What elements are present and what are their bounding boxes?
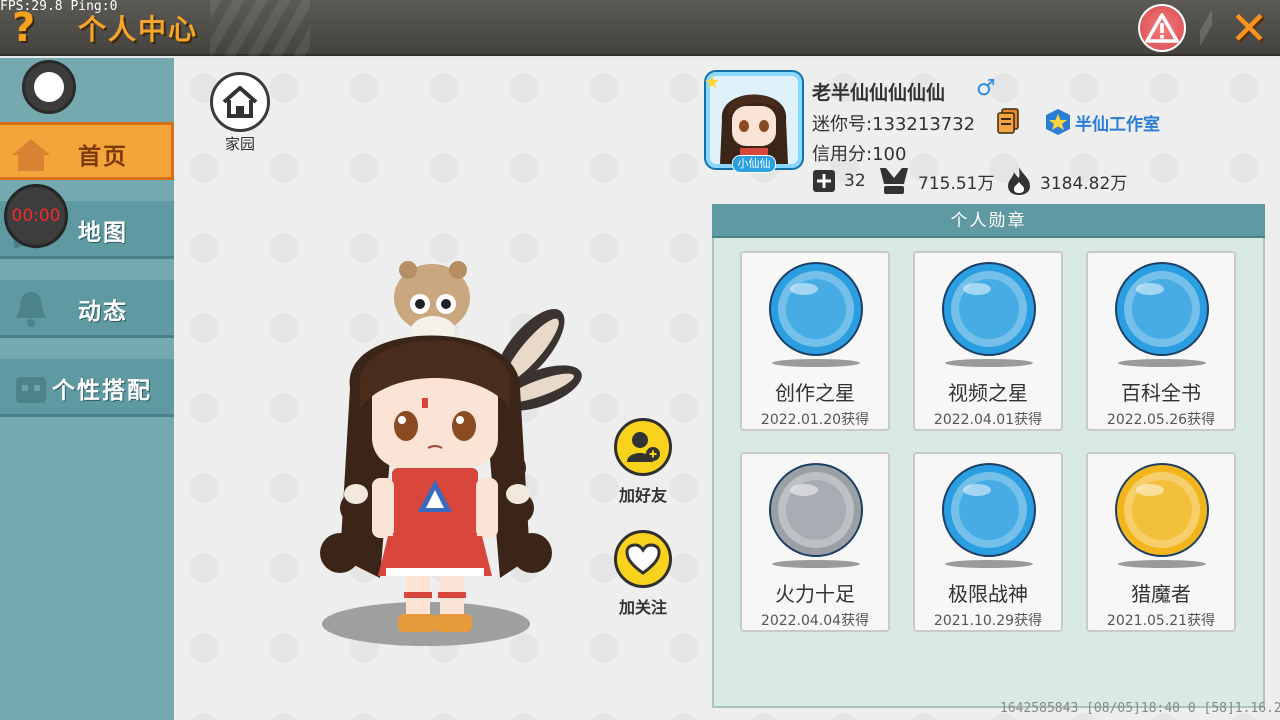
creator-star-medal-icon bbox=[769, 262, 863, 356]
stat-popularity: 3184.82万 bbox=[1006, 166, 1127, 196]
medal-date: 2021.10.29获得 bbox=[933, 613, 1043, 629]
firepower-medal-icon bbox=[769, 463, 863, 557]
medal-name: 火力十足 bbox=[775, 582, 855, 606]
medal-pedestal bbox=[772, 359, 860, 367]
record-button[interactable] bbox=[22, 60, 76, 114]
close-icon: ✕ bbox=[1229, 1, 1269, 55]
credit-score: 信用分:100 bbox=[812, 144, 907, 165]
medal-name: 猎魔者 bbox=[1131, 582, 1191, 606]
star-icon: ★ bbox=[704, 72, 721, 93]
bell-icon bbox=[16, 292, 46, 327]
player-character[interactable] bbox=[300, 258, 590, 648]
follow-button[interactable] bbox=[614, 530, 672, 588]
medal-date: 2022.01.20获得 bbox=[760, 412, 870, 428]
trophy-icon bbox=[880, 168, 908, 194]
medal-card[interactable]: 猎魔者 2021.05.21获得 bbox=[1086, 452, 1236, 632]
battle-god-medal-icon bbox=[942, 463, 1036, 557]
plus-square-icon bbox=[813, 170, 835, 192]
studio-badge-icon bbox=[1046, 109, 1070, 135]
medal-card[interactable]: 创作之星 2022.01.20获得 bbox=[740, 251, 890, 431]
gender-male-icon: ♂ bbox=[976, 76, 996, 101]
home-button[interactable] bbox=[210, 72, 270, 132]
house-icon bbox=[222, 86, 258, 118]
medal-pedestal bbox=[945, 560, 1033, 568]
avatar[interactable] bbox=[706, 72, 802, 168]
medal-name: 百科全书 bbox=[1121, 381, 1201, 405]
medal-pedestal bbox=[945, 359, 1033, 367]
avatar-portrait bbox=[710, 76, 798, 164]
outfit-icon bbox=[16, 377, 46, 403]
stat-works: 32 bbox=[812, 166, 866, 196]
medal-card[interactable]: 视频之星 2022.04.01获得 bbox=[913, 251, 1063, 431]
medal-card[interactable]: 百科全书 2022.05.26获得 bbox=[1086, 251, 1236, 431]
medal-date: 2022.04.04获得 bbox=[760, 613, 870, 629]
sidebar-item-label: 地图 bbox=[78, 220, 128, 246]
medal-date: 2022.05.26获得 bbox=[1106, 412, 1216, 428]
medal-card[interactable]: 极限战神 2021.10.29获得 bbox=[913, 452, 1063, 632]
medal-name: 视频之星 bbox=[948, 381, 1028, 405]
decor-stripes bbox=[210, 0, 310, 56]
add-user-icon bbox=[627, 432, 660, 462]
stat-value: 3184.82万 bbox=[1040, 173, 1128, 194]
medal-date: 2022.04.01获得 bbox=[933, 412, 1043, 428]
house-icon bbox=[12, 139, 50, 171]
add-friend-button[interactable] bbox=[614, 418, 672, 476]
medal-name: 极限战神 bbox=[948, 582, 1028, 606]
sidebar-item-feed[interactable]: 动态 bbox=[0, 280, 174, 338]
sidebar-item-label: 动态 bbox=[78, 299, 128, 325]
report-button[interactable] bbox=[1138, 4, 1186, 52]
divider bbox=[1200, 0, 1212, 56]
close-button[interactable]: ✕ bbox=[1222, 2, 1276, 54]
studio-link[interactable]: 半仙工作室 bbox=[1075, 110, 1160, 135]
medal-pedestal bbox=[1118, 560, 1206, 568]
top-bar: ? 个人中心 ✕ bbox=[0, 0, 1280, 56]
sidebar-item-label: 首页 bbox=[78, 144, 128, 170]
stat-value: 32 bbox=[844, 171, 866, 191]
video-star-medal-icon bbox=[942, 262, 1036, 356]
medal-panel-header: 个人勋章 bbox=[712, 204, 1265, 238]
heart-icon bbox=[625, 543, 661, 575]
follow-label: 加关注 bbox=[618, 598, 667, 617]
build-info: 1642585843 [08/05]18:40 0 [58]1.16.2 bbox=[1000, 701, 1280, 716]
add-friend-label: 加好友 bbox=[618, 486, 667, 505]
record-dot-icon bbox=[34, 72, 64, 102]
medal-pedestal bbox=[1118, 359, 1206, 367]
player-name: 老半仙仙仙仙仙 bbox=[812, 82, 946, 104]
record-timer[interactable]: 00:00 bbox=[4, 184, 68, 248]
stat-value: 715.51万 bbox=[918, 173, 995, 194]
sidebar-item-label: 个性搭配 bbox=[52, 378, 152, 404]
medal-pedestal bbox=[772, 560, 860, 568]
copy-icon[interactable] bbox=[996, 108, 1020, 134]
sidebar-item-outfit[interactable]: 个性搭配 bbox=[0, 359, 174, 417]
fire-icon bbox=[1008, 167, 1030, 195]
medal-date: 2021.05.21获得 bbox=[1106, 613, 1216, 629]
home-label: 家园 bbox=[224, 135, 255, 153]
stat-likes: 715.51万 bbox=[878, 166, 994, 196]
fps-readout: FPS:29.8 Ping:0 bbox=[0, 0, 118, 14]
medal-name: 创作之星 bbox=[775, 381, 855, 405]
sidebar-item-home[interactable]: 首页 bbox=[0, 122, 174, 180]
encyclopedia-medal-icon bbox=[1115, 262, 1209, 356]
player-id: 迷你号:133213732 bbox=[812, 114, 976, 135]
avatar-tag: 小仙仙 bbox=[732, 155, 776, 173]
demon-hunter-medal-icon bbox=[1115, 463, 1209, 557]
warning-icon bbox=[1145, 13, 1179, 43]
page-title: 个人中心 bbox=[78, 13, 199, 46]
medal-card[interactable]: 火力十足 2022.04.04获得 bbox=[740, 452, 890, 632]
